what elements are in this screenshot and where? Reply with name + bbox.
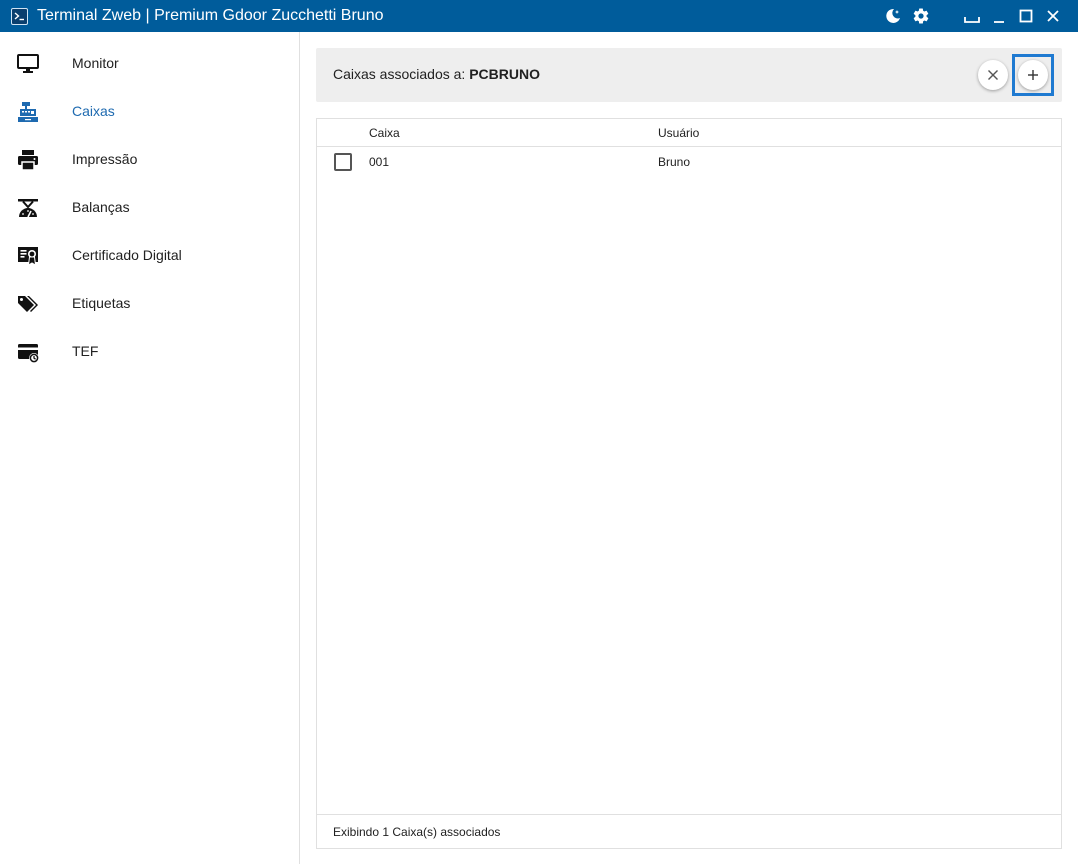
sidebar-item-label: Impressão (72, 151, 138, 167)
certificate-icon (16, 244, 40, 268)
gear-icon[interactable] (912, 7, 930, 25)
sidebar-item-label: Certificado Digital (72, 247, 182, 263)
row-checkbox[interactable] (334, 153, 352, 171)
plus-icon (1028, 70, 1038, 80)
sidebar-item-balancas[interactable]: Balanças (0, 188, 299, 228)
sidebar-item-label: Caixas (72, 103, 115, 119)
printer-icon (16, 148, 40, 172)
sidebar-item-label: Balanças (72, 199, 130, 215)
window-title: Terminal Zweb | Premium Gdoor Zucchetti … (37, 7, 384, 24)
sidebar-item-etiquetas[interactable]: Etiquetas (0, 284, 299, 324)
table-header: Caixa Usuário (317, 119, 1061, 147)
sidebar: Monitor Caixas Impressão Balanças Certif… (0, 32, 300, 864)
close-icon[interactable] (1044, 7, 1062, 25)
cell-caixa: 001 (369, 155, 390, 169)
caixas-table: Caixa Usuário 001 Bruno Exibindo 1 Caixa… (316, 118, 1062, 849)
close-icon (988, 70, 998, 80)
minimize-to-tray-icon[interactable] (963, 7, 981, 25)
maximize-icon[interactable] (1017, 7, 1035, 25)
minimize-icon[interactable] (990, 7, 1008, 25)
add-button[interactable] (1018, 60, 1048, 90)
sidebar-item-caixas[interactable]: Caixas (0, 92, 299, 132)
table-footer: Exibindo 1 Caixa(s) associados (317, 814, 1061, 848)
monitor-icon (16, 52, 40, 76)
title-bar: Terminal Zweb | Premium Gdoor Zucchetti … (0, 0, 1078, 32)
cash-register-icon (16, 100, 40, 124)
tags-icon (16, 292, 40, 316)
card-terminal-icon (16, 340, 40, 364)
row-count-text: Exibindo 1 Caixa(s) associados (333, 825, 501, 839)
associations-header: Caixas associados a: PCBRUNO (316, 48, 1062, 102)
terminal-app-icon (11, 8, 28, 25)
sidebar-item-label: TEF (72, 343, 99, 359)
sidebar-item-monitor[interactable]: Monitor (0, 44, 299, 84)
cell-usuario: Bruno (658, 155, 691, 169)
machine-name: PCBRUNO (469, 66, 540, 82)
sidebar-item-tef[interactable]: TEF (0, 332, 299, 372)
table-row[interactable]: 001 Bruno (317, 148, 1061, 176)
sidebar-item-label: Etiquetas (72, 295, 131, 311)
theme-toggle-icon[interactable] (884, 7, 902, 25)
scale-icon (16, 196, 40, 220)
header-title: Caixas associados a: PCBRUNO (333, 66, 540, 82)
remove-button[interactable] (978, 60, 1008, 90)
header-label: Caixas associados a: (333, 66, 466, 82)
column-header-usuario: Usuário (658, 126, 700, 140)
main-content: Caixas associados a: PCBRUNO Caixa Usuár… (300, 32, 1078, 864)
sidebar-item-certificado-digital[interactable]: Certificado Digital (0, 236, 299, 276)
sidebar-item-impressao[interactable]: Impressão (0, 140, 299, 180)
column-header-caixa: Caixa (369, 126, 400, 140)
sidebar-item-label: Monitor (72, 55, 119, 71)
